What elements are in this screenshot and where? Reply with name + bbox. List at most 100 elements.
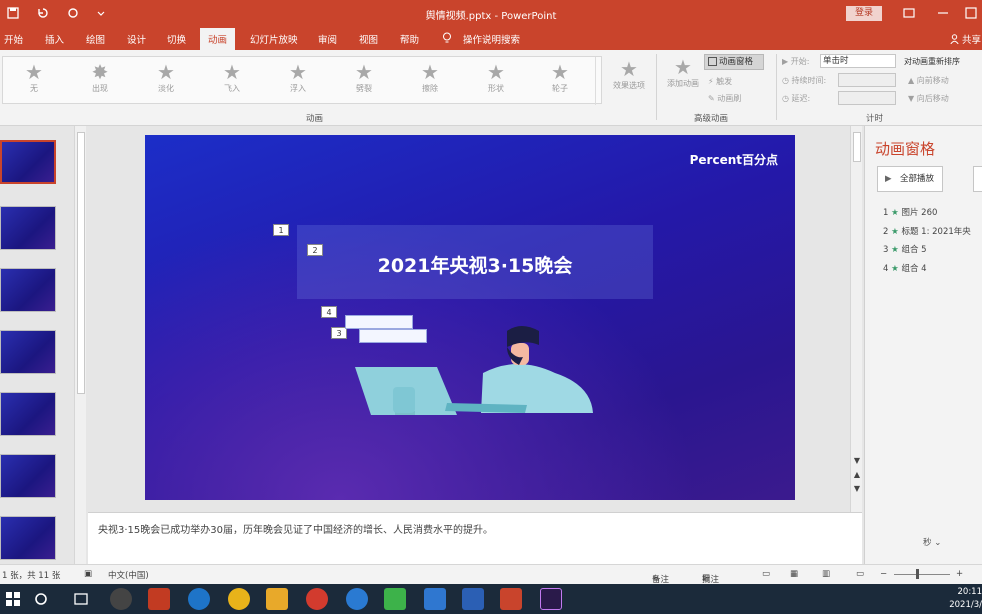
word-icon[interactable] [462,588,484,610]
play-icon: ▶ [782,57,789,66]
play-all-button[interactable]: ▶ 全部播放 [877,166,943,192]
animation-item[interactable]: 2 ★ 标题 1: 2021年央 [883,225,971,237]
effect-options-button[interactable]: ★ 效果选项 [604,58,654,91]
scroll-down-icon[interactable]: ▼ [852,456,862,466]
clock-icon: ◷ [782,76,789,85]
prev-slide-icon[interactable]: ▲ [852,470,862,480]
scrollbar-thumb[interactable] [853,132,861,162]
task-view-icon[interactable] [70,588,92,610]
folder-icon[interactable] [266,588,288,610]
zoom-out-icon[interactable]: − [880,569,887,579]
animation-gallery: ★ 无 ✸ 出现 ★ 淡化 ★ 飞入 ★ 浮入 ★ 劈裂 ★ 擦除 ★ 形状 ★ 轮子 [2,56,602,105]
tab-review[interactable]: 审阅 [318,32,337,46]
slide-canvas: Percent百分点 2021年央视3·15晚会 1 2 4 3 ▼ ▲ ▼ [88,126,862,512]
maximize-icon[interactable] [964,6,978,20]
animation-pane-button[interactable]: 动画窗格 [704,54,764,70]
slide-thumbnail[interactable] [0,330,56,374]
canvas-scrollbar[interactable]: ▼ ▲ ▼ [850,126,862,512]
wechat-icon[interactable] [384,588,406,610]
start-select[interactable]: 单击时 [820,54,896,68]
slide-thumbnail[interactable] [0,516,56,560]
share-button[interactable]: 共享 [950,32,981,46]
anim-fade[interactable]: ★ 淡化 [141,61,191,94]
star-icon: ★ [421,60,439,84]
zoom-slider[interactable] [894,574,950,575]
animation-item[interactable]: 3 ★ 组合 5 [883,243,927,255]
animation-painter-button[interactable]: ✎ 动画刷 [708,93,741,104]
status-bar: 1 张，共 11 张 ▣ 中文(中国) ≡ 备注 ▤ 批注 ▭ ▦ ▥ ▭ − … [0,564,982,585]
move-earlier-button[interactable]: ▲ 向前移动 [908,75,949,86]
delay-input[interactable] [838,91,896,105]
item-label: 组合 4 [901,264,927,274]
animation-item[interactable]: 4 ★ 组合 4 [883,262,927,274]
thumbnail-scrollbar[interactable] [74,126,86,564]
item-number: 1 [883,208,889,218]
trigger-button[interactable]: ⚡ 触发 [708,76,732,87]
anim-none[interactable]: ★ 无 [9,61,59,94]
minimize-icon[interactable] [936,6,950,20]
slide-thumbnail[interactable] [0,392,56,436]
seconds-dropdown[interactable]: 秒 ⌄ [923,536,941,548]
slide-counter: 1 张，共 11 张 [2,571,61,581]
ribbon-display-icon[interactable] [902,6,916,20]
clock-date: 2021/3/ [949,600,982,610]
tab-transitions[interactable]: 切换 [167,32,186,46]
accessibility-icon[interactable]: ▣ [84,569,92,579]
zoom-in-icon[interactable]: + [956,569,963,579]
slide-thumbnail[interactable] [0,268,56,312]
normal-view-icon[interactable]: ▭ [762,569,770,579]
windows-start-icon[interactable] [2,588,24,610]
add-animation-button[interactable]: ★ 添加动画 [658,56,708,89]
app-icon[interactable] [306,588,328,610]
anim-appear[interactable]: ✸ 出现 [75,61,125,94]
tab-view[interactable]: 视图 [359,32,378,46]
tab-slideshow[interactable]: 幻灯片放映 [250,32,298,46]
anim-float-in[interactable]: ★ 浮入 [273,61,323,94]
slide-sorter-icon[interactable]: ▦ [790,569,798,579]
person-illustration [445,326,593,413]
zoom-slider-thumb[interactable] [916,569,919,579]
slide-thumbnail[interactable] [0,454,56,498]
animation-item[interactable]: 1 ★ 图片 260 [883,206,937,218]
tab-insert[interactable]: 插入 [45,32,64,46]
anim-shape[interactable]: ★ 形状 [471,61,521,94]
filezilla-icon[interactable] [148,588,170,610]
login-button[interactable]: 登录 [846,6,882,21]
slideshow-icon[interactable]: ▭ [856,569,864,579]
notes-pane[interactable]: 央视3·15晚会已成功举办30届，历年晚会见证了中国经济的增长、人民消费水平的提… [88,512,862,564]
tab-home[interactable]: 开始 [4,32,23,46]
slide[interactable]: Percent百分点 2021年央视3·15晚会 1 2 4 3 [145,135,795,500]
anim-wheel[interactable]: ★ 轮子 [535,61,585,94]
taskbar-clock[interactable]: 20:11 2021/3/ [940,586,982,612]
tab-help[interactable]: 帮助 [400,32,419,46]
anim-fly-in[interactable]: ★ 飞入 [207,61,257,94]
star-icon: ★ [487,60,505,84]
next-slide-icon[interactable]: ▼ [852,484,862,494]
tab-design[interactable]: 设计 [127,32,146,46]
reading-view-icon[interactable]: ▥ [822,569,830,579]
search-icon[interactable] [30,588,52,610]
chrome-icon[interactable] [228,588,250,610]
slide-thumbnail[interactable] [0,206,56,250]
effect-options-label: 效果选项 [613,81,645,90]
slide-thumbnails [0,126,88,564]
tab-animations[interactable]: 动画 [200,28,236,50]
app-icon[interactable] [110,588,132,610]
slide-thumbnail[interactable] [0,140,56,184]
powerpoint-icon[interactable] [500,588,522,610]
pane-options-button[interactable] [973,166,982,192]
move-later-button[interactable]: ▼ 向后移动 [908,93,949,104]
duration-input[interactable] [838,73,896,87]
tab-draw[interactable]: 绘图 [86,32,105,46]
app-icon[interactable] [424,588,446,610]
premiere-icon[interactable] [540,588,562,610]
notes-text[interactable]: 央视3·15晚会已成功举办30届，历年晚会见证了中国经济的增长、人民消费水平的提… [98,521,493,536]
app-icon[interactable] [346,588,368,610]
language-indicator[interactable]: 中文(中国) [108,569,149,581]
scrollbar-thumb[interactable] [77,132,85,394]
window-title: 舆情视频.pptx - PowerPoint [425,11,557,22]
anim-split[interactable]: ★ 劈裂 [339,61,389,94]
edge-icon[interactable] [188,588,210,610]
tell-me-search[interactable]: 操作说明搜索 [463,32,520,46]
anim-wipe[interactable]: ★ 擦除 [405,61,455,94]
